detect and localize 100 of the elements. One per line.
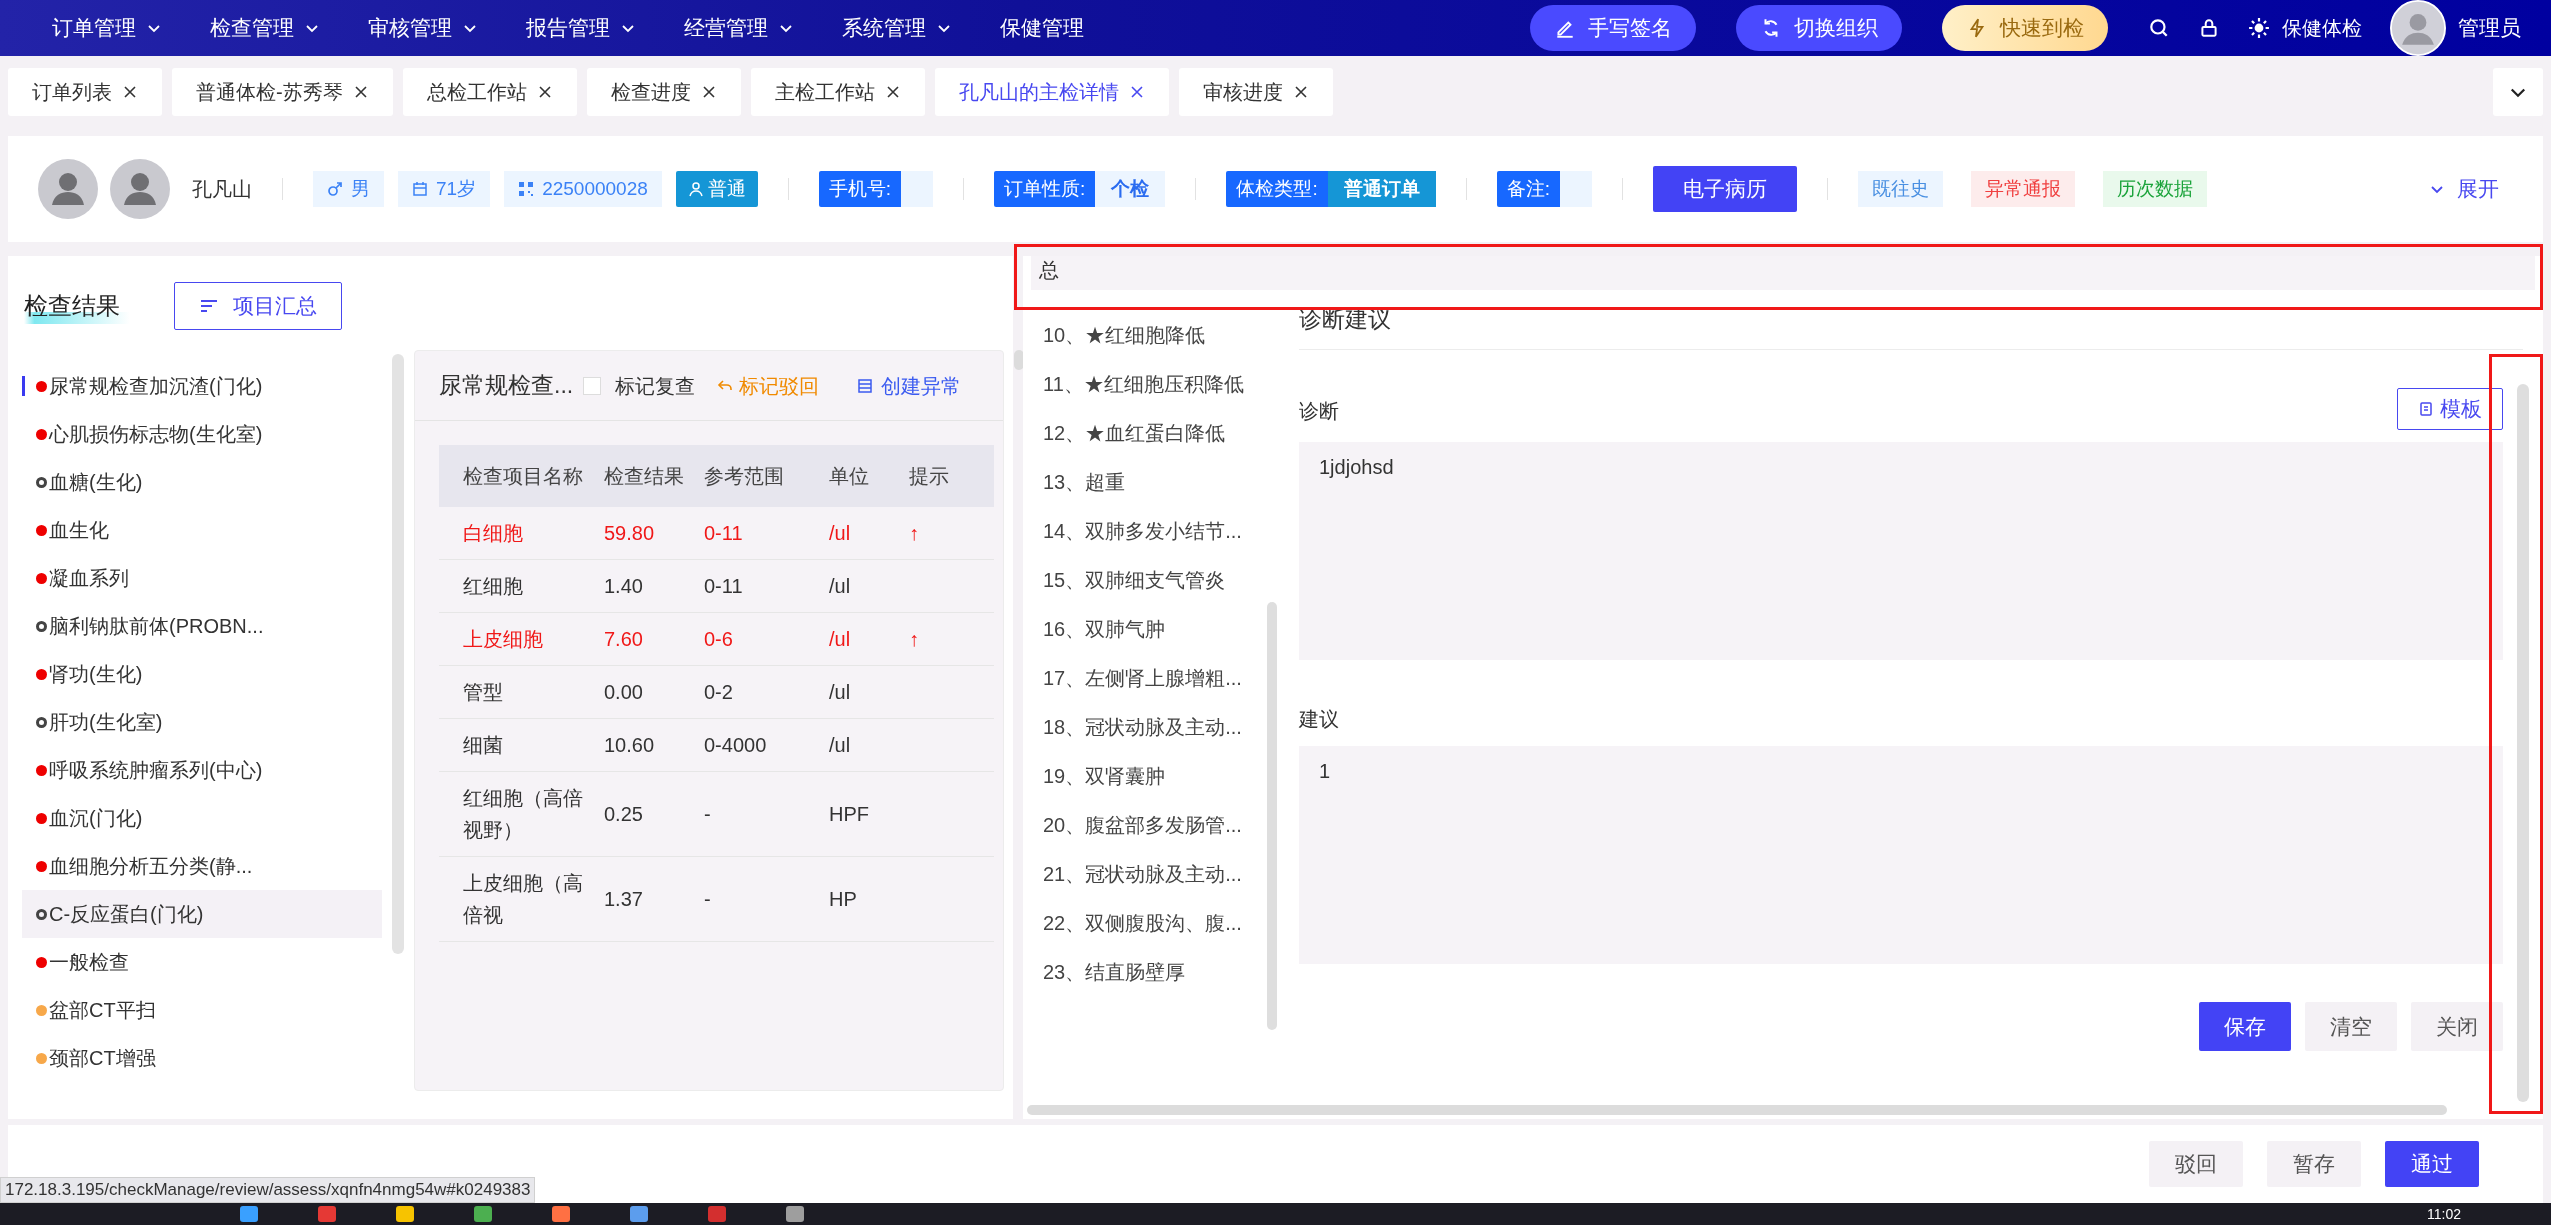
- conclusion-item[interactable]: 21、冠状动脉及主动...: [1043, 849, 1281, 898]
- tabs-dropdown-button[interactable]: [2493, 68, 2543, 116]
- exam-list-item[interactable]: 血生化: [22, 506, 382, 554]
- conclusion-item[interactable]: 22、双侧腹股沟、腹...: [1043, 898, 1281, 947]
- tab[interactable]: 总检工作站: [402, 68, 577, 116]
- tab[interactable]: 检查进度: [586, 68, 741, 116]
- create-abnormal-button[interactable]: 创建异常: [857, 370, 962, 401]
- exam-list-item[interactable]: 尿常规检查加沉渣(门化): [22, 362, 382, 410]
- scrollbar[interactable]: [2517, 384, 2529, 1102]
- exam-list-item[interactable]: 肝功(生化室): [22, 698, 382, 746]
- exam-list-item[interactable]: 心肌损伤标志物(生化室): [22, 410, 382, 458]
- theme-org-button[interactable]: 保健体检: [2248, 13, 2362, 43]
- empty-field-value: [901, 171, 934, 207]
- exam-list-item[interactable]: 颈部CT增强: [22, 1034, 382, 1082]
- form-button[interactable]: 关闭: [2411, 1002, 2503, 1051]
- conclusion-item[interactable]: 16、双肺气肿: [1043, 604, 1281, 653]
- nav-menu-item[interactable]: 报告管理: [526, 12, 636, 44]
- taskbar-app-icon[interactable]: [318, 1206, 336, 1222]
- column-header: 检查结果: [604, 445, 704, 507]
- conclusion-item[interactable]: 10、★红细胞降低: [1043, 310, 1281, 359]
- exam-list-item[interactable]: 肾功(生化): [22, 650, 382, 698]
- diagnosis-textarea[interactable]: 1jdjohsd: [1299, 442, 2503, 660]
- conclusion-item[interactable]: 23、结直肠壁厚: [1043, 947, 1281, 996]
- conclusion-item[interactable]: 20、腹盆部多发肠管...: [1043, 800, 1281, 849]
- tab[interactable]: 订单列表: [8, 68, 162, 116]
- conclusion-item[interactable]: 14、双肺多发小结节...: [1043, 506, 1281, 555]
- close-icon[interactable]: [1128, 84, 1145, 100]
- taskbar-app-icon[interactable]: [552, 1206, 570, 1222]
- footer-button[interactable]: 暂存: [2267, 1141, 2361, 1187]
- conclusion-item[interactable]: 13、超重: [1043, 457, 1281, 506]
- table-cell: 0.00: [604, 665, 704, 719]
- advice-textarea[interactable]: 1: [1299, 746, 2503, 964]
- table-cell: 7.60: [604, 612, 704, 666]
- nav-action-button[interactable]: 快速到检: [1942, 5, 2108, 51]
- scrollbar[interactable]: [392, 354, 404, 954]
- table-cell: 细菌: [439, 718, 604, 772]
- gender-tag: 男: [313, 171, 384, 207]
- tab[interactable]: 审核进度: [1178, 68, 1333, 116]
- table-cell: HPF: [829, 771, 909, 857]
- conclusion-item[interactable]: 12、★血红蛋白降低: [1043, 408, 1281, 457]
- tab[interactable]: 孔凡山的主检详情: [934, 68, 1169, 116]
- conclusion-item[interactable]: 18、冠状动脉及主动...: [1043, 702, 1281, 751]
- footer-button[interactable]: 通过: [2385, 1141, 2479, 1187]
- nav-menu-item[interactable]: 经营管理: [684, 12, 794, 44]
- user-menu[interactable]: 管理员: [2390, 0, 2521, 56]
- recheck-checkbox[interactable]: 标记复查: [583, 370, 696, 401]
- footer-button[interactable]: 驳回: [2149, 1141, 2243, 1187]
- taskbar-app-icon[interactable]: [786, 1206, 804, 1222]
- exam-list-item[interactable]: 血沉(门化): [22, 794, 382, 842]
- nav-menu-item[interactable]: 订单管理: [52, 12, 162, 44]
- exam-list-item[interactable]: 血细胞分析五分类(静...: [22, 842, 382, 890]
- template-button[interactable]: 模板: [2397, 388, 2503, 430]
- search-icon[interactable]: [2148, 17, 2170, 39]
- table-cell: 0.25: [604, 771, 704, 857]
- taskbar-app-icon[interactable]: [396, 1206, 414, 1222]
- close-icon[interactable]: [700, 84, 717, 100]
- table-cell: ↑: [909, 612, 994, 666]
- exam-list-item[interactable]: 呼吸系统肿瘤系列(中心): [22, 746, 382, 794]
- conclusion-item[interactable]: 15、双肺细支气管炎: [1043, 555, 1281, 604]
- close-icon[interactable]: [536, 84, 553, 100]
- form-button[interactable]: 清空: [2305, 1002, 2397, 1051]
- form-button[interactable]: 保存: [2199, 1002, 2291, 1051]
- exam-list-item[interactable]: 一般检查: [22, 938, 382, 986]
- medical-record-button[interactable]: 电子病历: [1652, 166, 1797, 212]
- tab[interactable]: 普通体检-苏秀琴: [172, 68, 393, 116]
- table-cell: 1.40: [604, 559, 704, 613]
- tab[interactable]: 主检工作站: [750, 68, 925, 116]
- nav-menu-item[interactable]: 检查管理: [210, 12, 320, 44]
- nav-action-button[interactable]: 手写签名: [1530, 5, 1696, 51]
- nav-menu-item[interactable]: 审核管理: [368, 12, 478, 44]
- exam-list-item[interactable]: 凝血系列: [22, 554, 382, 602]
- taskbar-app-icon[interactable]: [708, 1206, 726, 1222]
- exam-list-item[interactable]: 血糖(生化): [22, 458, 382, 506]
- lock-icon[interactable]: [2198, 17, 2220, 39]
- close-icon[interactable]: [1292, 84, 1309, 100]
- avatar-icon: [2390, 0, 2446, 56]
- close-icon[interactable]: [884, 84, 901, 100]
- conclusion-item[interactable]: 17、左侧肾上腺增粗...: [1043, 653, 1281, 702]
- expand-button[interactable]: 展开: [2429, 173, 2499, 205]
- table-cell: 0-11: [704, 507, 829, 560]
- exam-list-item[interactable]: C-反应蛋白(门化): [22, 890, 382, 938]
- document-icon: [857, 377, 874, 394]
- taskbar-app-icon[interactable]: [474, 1206, 492, 1222]
- close-icon[interactable]: [352, 84, 369, 100]
- nav-menu-item[interactable]: 系统管理: [842, 12, 952, 44]
- conclusion-item[interactable]: 19、双肾囊肿: [1043, 751, 1281, 800]
- scrollbar[interactable]: [1267, 602, 1277, 1030]
- taskbar-app-icon[interactable]: [630, 1206, 648, 1222]
- nav-menu-item[interactable]: 保健管理: [1000, 12, 1084, 44]
- conclusion-item[interactable]: 11、★红细胞压积降低: [1043, 359, 1281, 408]
- summary-button[interactable]: 项目汇总: [174, 282, 342, 330]
- scrollbar[interactable]: [1027, 1105, 2447, 1115]
- table-cell: 0-11: [704, 559, 829, 613]
- avatar-icon: [38, 159, 98, 219]
- checkbox[interactable]: [583, 376, 602, 395]
- taskbar-app-icon[interactable]: [240, 1206, 258, 1222]
- exam-list-item[interactable]: 脑利钠肽前体(PROBN...: [22, 602, 382, 650]
- close-icon[interactable]: [122, 84, 138, 100]
- exam-list-item[interactable]: 盆部CT平扫: [22, 986, 382, 1034]
- nav-action-button[interactable]: 切换组织: [1736, 5, 1902, 51]
